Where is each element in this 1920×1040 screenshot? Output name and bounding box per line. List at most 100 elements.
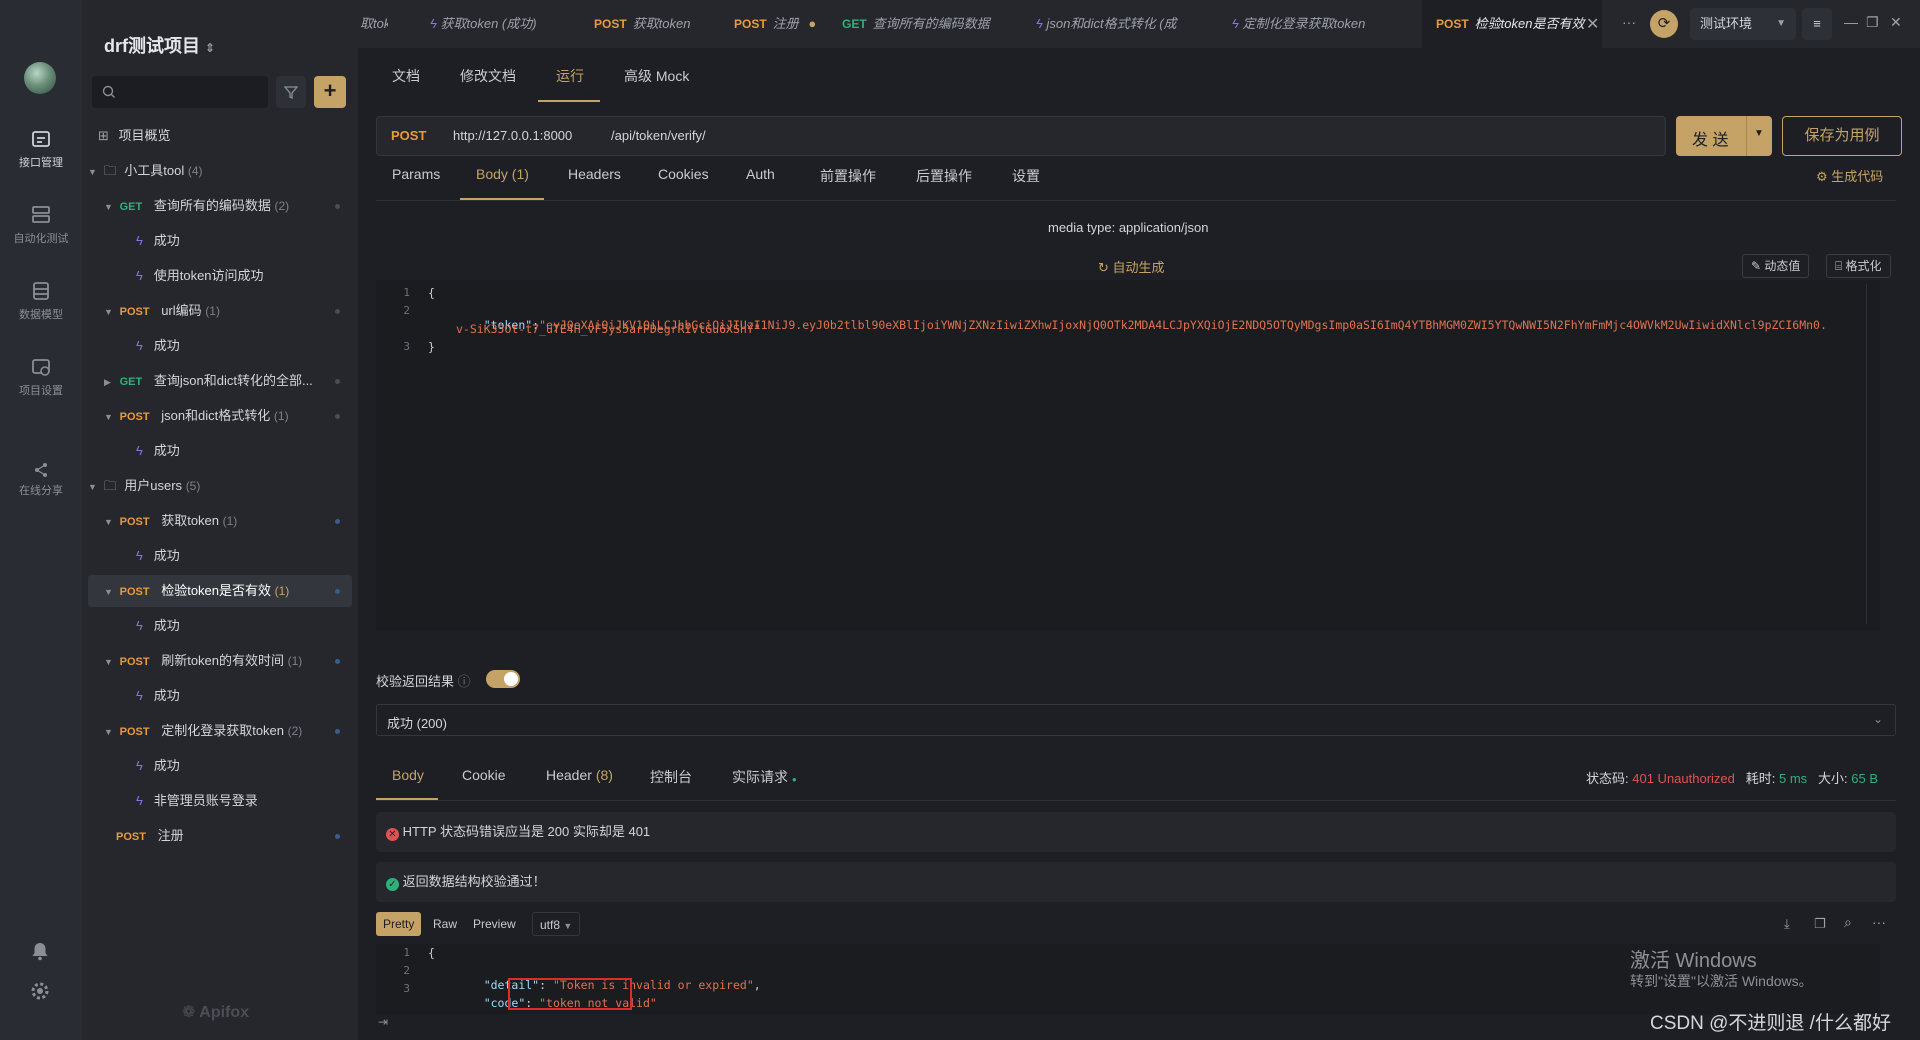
tree-item-label: 成功 xyxy=(153,688,180,703)
view-preview[interactable]: Preview xyxy=(466,912,523,936)
format-button[interactable]: ⌸ 格式化 xyxy=(1826,254,1891,278)
editor-scrollbar[interactable] xyxy=(1866,284,1880,624)
tree-item-count: (1) xyxy=(274,584,290,598)
tree-item-label: 注册 xyxy=(157,828,184,843)
download-icon[interactable]: ⤓ xyxy=(1784,916,1790,932)
method-select[interactable]: POST xyxy=(391,128,426,143)
tree-item-post-refresh-token[interactable]: ▼ POST 刷新token的有效时间 (1) xyxy=(88,645,352,677)
response-tab-console[interactable]: 控制台 xyxy=(650,767,692,787)
tree-item-post-custom-login[interactable]: ▼ POST 定制化登录获取token (2) xyxy=(88,715,352,747)
method-badge: POST xyxy=(1436,17,1469,31)
tree-item-overview[interactable]: ⊞ 项目概览 xyxy=(98,120,362,152)
tab-case-json-dict[interactable]: ϟ json和dict格式转化 (成 xyxy=(1036,0,1198,48)
tree-case[interactable]: ϟ 成功 xyxy=(88,540,352,572)
rail-api-management[interactable]: 接口管理 xyxy=(0,128,82,170)
tab-cookies[interactable]: Cookies xyxy=(658,166,709,182)
response-tab-header[interactable]: Header (8) xyxy=(546,767,613,783)
tree-case[interactable]: ϟ 使用token访问成功 xyxy=(88,260,352,292)
tab-get-encoding[interactable]: GET 查询所有的编码数据 xyxy=(842,0,1002,48)
tree-item-post-urlencode[interactable]: ▼ POST url编码 (1) xyxy=(88,295,352,327)
tree-item-post-register[interactable]: POST 注册 xyxy=(88,820,352,852)
generate-code-button[interactable]: ⚙ 生成代码 xyxy=(1816,166,1883,185)
avatar[interactable] xyxy=(24,62,56,94)
subtab-edit-doc[interactable]: 修改文档 xyxy=(460,66,516,86)
tab-pre-ops[interactable]: 前置操作 xyxy=(820,166,876,186)
tree-folder-users[interactable]: ▼ 🗀 用户users (5) xyxy=(88,470,352,502)
tree-case[interactable]: ϟ 成功 xyxy=(88,680,352,712)
restore-icon[interactable]: ❐ xyxy=(1866,14,1879,31)
tab-params[interactable]: Params xyxy=(392,166,440,182)
tab-body[interactable]: Body (1) xyxy=(476,166,529,182)
response-tab-cookie[interactable]: Cookie xyxy=(462,767,506,783)
rail-automation[interactable]: 自动化测试 xyxy=(0,204,82,246)
rail-share[interactable]: 在线分享 xyxy=(0,462,82,498)
sync-icon[interactable]: ⟳ xyxy=(1650,10,1678,38)
host-text[interactable]: http://127.0.0.1:8000 xyxy=(453,128,572,143)
tree-item-post-verify-token[interactable]: ▼ POST 检验token是否有效 (1) xyxy=(88,575,352,607)
tree-folder-tool[interactable]: ▼ 🗀 小工具tool (4) xyxy=(88,155,352,187)
view-raw[interactable]: Raw xyxy=(426,912,464,936)
validate-toggle[interactable] xyxy=(486,670,520,688)
tab-post-ops[interactable]: 后置操作 xyxy=(916,166,972,186)
subtab-run[interactable]: 运行 xyxy=(556,66,584,86)
response-tab-actual-request[interactable]: 实际请求 ● xyxy=(732,767,797,787)
auto-generate-button[interactable]: ↻ 自动生成 xyxy=(1098,257,1165,276)
chevron-down-icon[interactable]: ▼ xyxy=(1754,128,1764,139)
tree-case[interactable]: ϟ 非管理员账号登录 xyxy=(88,785,352,817)
env-select[interactable]: 测试环境 ▼ xyxy=(1690,8,1796,40)
tree-item-get-encoding[interactable]: ▼ GET 查询所有的编码数据 (2) xyxy=(88,190,352,222)
tree-item-post-get-token[interactable]: ▼ POST 获取token (1) xyxy=(88,505,352,537)
collapse-panel-icon[interactable]: ⇥ xyxy=(378,1015,388,1029)
project-title[interactable]: drf测试项目 ⇕ xyxy=(104,32,215,58)
add-button[interactable]: + xyxy=(314,76,346,108)
tab-post-get-token[interactable]: POST 获取token xyxy=(594,0,714,48)
tab-settings[interactable]: 设置 xyxy=(1012,166,1040,186)
response-tab-body[interactable]: Body xyxy=(392,767,424,783)
tab-case-get-token[interactable]: ϟ 获取token (成功) xyxy=(430,0,570,48)
tab-partial[interactable]: 取tok xyxy=(358,0,388,48)
tree-case[interactable]: ϟ 成功 xyxy=(88,610,352,642)
share-icon xyxy=(35,463,47,477)
tab-verify-token[interactable]: POST 检验token是否有效 xyxy=(1422,0,1602,48)
minimize-icon[interactable]: — xyxy=(1844,14,1858,30)
copy-icon[interactable]: ❐ xyxy=(1814,916,1826,932)
subtab-mock[interactable]: 高级 Mock xyxy=(624,66,689,86)
tab-post-register[interactable]: POST 注册 ● xyxy=(734,0,834,48)
window-close-icon[interactable]: ✕ xyxy=(1890,14,1902,31)
path-input[interactable]: /api/token/verify/ xyxy=(611,128,706,143)
tree-search-input[interactable] xyxy=(92,76,268,108)
caret-down-icon: ▼ xyxy=(104,727,113,737)
tab-case-custom-login[interactable]: ϟ 定制化登录获取token xyxy=(1232,0,1392,48)
rail-project-settings[interactable]: 项目设置 xyxy=(0,356,82,398)
switch-icon: ⇕ xyxy=(205,41,216,55)
tab-auth[interactable]: Auth xyxy=(746,166,775,182)
bell-icon[interactable] xyxy=(29,940,51,962)
menu-button[interactable]: ≡ xyxy=(1802,8,1832,40)
tree-item-get-json-dict[interactable]: ▶ GET 查询json和dict转化的全部... xyxy=(88,365,352,397)
request-body-editor[interactable]: 1 2 3 { "token":"eyJ0eXAiOiJKV1QiLCJhbGc… xyxy=(376,280,1880,630)
encoding-select[interactable]: utf8 ▼ xyxy=(532,912,581,936)
rail-data-model[interactable]: 数据模型 xyxy=(0,280,82,322)
tree-case[interactable]: ϟ 成功 xyxy=(88,225,352,257)
tree-case[interactable]: ϟ 成功 xyxy=(88,750,352,782)
view-pretty[interactable]: Pretty xyxy=(376,912,422,936)
url-bar[interactable]: POST http://127.0.0.1:8000 /api/token/ve… xyxy=(376,116,1666,156)
subtab-doc[interactable]: 文档 xyxy=(392,66,420,86)
tree-item-post-json-dict[interactable]: ▼ POST json和dict格式转化 (1) xyxy=(88,400,352,432)
dynamic-value-button[interactable]: ✎ 动态值 xyxy=(1742,254,1810,278)
close-tab-icon[interactable]: ✕ xyxy=(1586,14,1599,34)
tree-item-count: (2) xyxy=(287,724,303,738)
tree-item-count: (5) xyxy=(185,479,201,493)
tab-headers[interactable]: Headers xyxy=(568,166,621,182)
more-tabs-button[interactable]: ··· xyxy=(1622,14,1636,30)
send-button[interactable]: 发 送 ▼ xyxy=(1676,116,1772,156)
search-icon[interactable]: ⌕ xyxy=(1844,914,1852,931)
caret-down-icon: ▼ xyxy=(104,587,113,597)
save-case-button[interactable]: 保存为用例 xyxy=(1782,116,1902,156)
gear-icon[interactable] xyxy=(29,980,51,1002)
tree-case[interactable]: ϟ 成功 xyxy=(88,435,352,467)
validate-select[interactable]: 成功 (200) ⌄ xyxy=(376,704,1896,736)
filter-button[interactable] xyxy=(276,76,306,108)
more-icon[interactable]: ··· xyxy=(1872,914,1886,930)
tree-case[interactable]: ϟ 成功 xyxy=(88,330,352,362)
